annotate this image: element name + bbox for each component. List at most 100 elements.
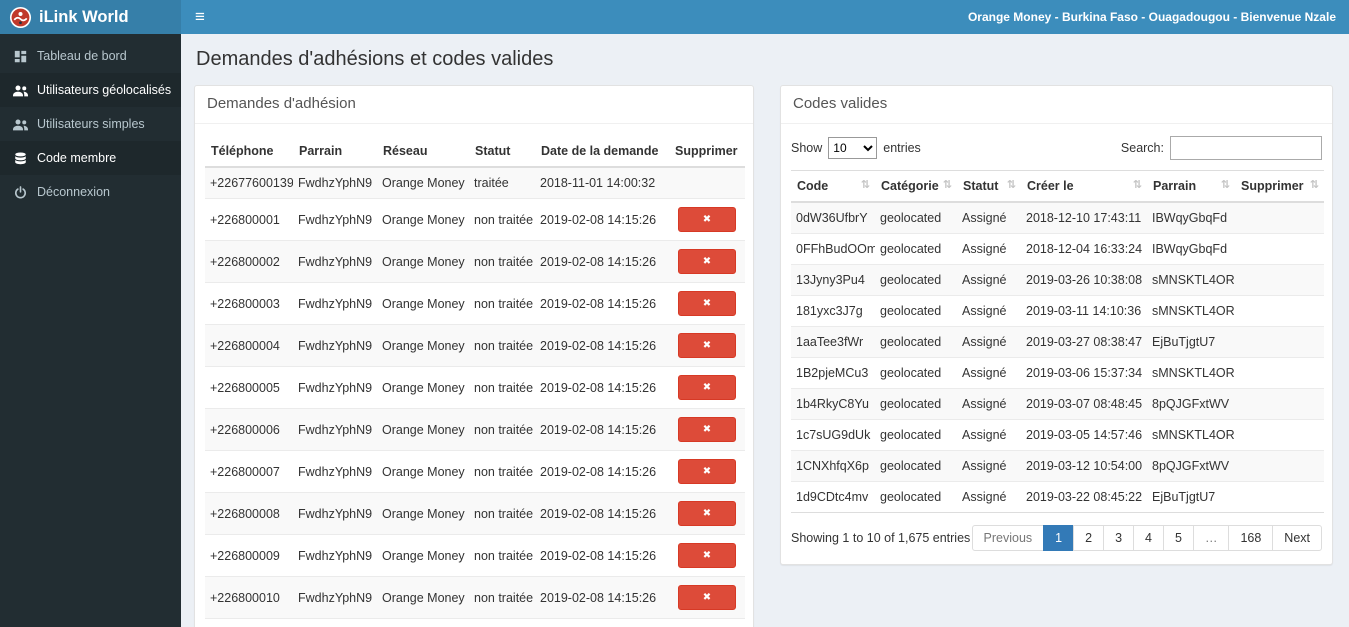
pagination-button-2[interactable]: 2 bbox=[1073, 525, 1105, 551]
delete-request-button[interactable]: ✖ bbox=[678, 501, 736, 526]
reseau-cell: Orange Money bbox=[377, 408, 469, 451]
requests-column-header-parrain: Parrain bbox=[293, 136, 377, 168]
phone-cell: +226800010 bbox=[205, 576, 293, 619]
phone-cell: +226800006 bbox=[205, 408, 293, 451]
request-row: +226800010 FwdhzYphN9 Orange Money non trai… bbox=[205, 576, 745, 619]
statut-cell: Assigné bbox=[957, 357, 1021, 389]
request-row: +226800002 FwdhzYphN9 Orange Money non trai… bbox=[205, 240, 745, 283]
reseau-cell: Orange Money bbox=[377, 198, 469, 241]
pagination-button-168[interactable]: 168 bbox=[1228, 525, 1274, 551]
creer-le-cell: 2019-03-22 08:45:22 bbox=[1021, 481, 1147, 513]
sidebar-item-utilisateurs-simples[interactable]: Utilisateurs simples bbox=[0, 107, 181, 141]
statut-cell: Assigné bbox=[957, 419, 1021, 451]
delete-request-button[interactable]: ✖ bbox=[678, 375, 736, 400]
delete-request-button[interactable]: ✖ bbox=[678, 543, 736, 568]
request-row: +226800007 FwdhzYphN9 Orange Money non trai… bbox=[205, 450, 745, 493]
parrain-cell: sMNSKTL4OR bbox=[1147, 264, 1235, 296]
pagination-button-3[interactable]: 3 bbox=[1103, 525, 1135, 551]
codes-column-header-cat-gorie[interactable]: Catégorie ⇅ bbox=[875, 170, 957, 203]
sidebar-item-label: Utilisateurs simples bbox=[37, 117, 145, 131]
delete-request-button[interactable]: ✖ bbox=[678, 291, 736, 316]
creer-le-cell: 2019-03-05 14:57:46 bbox=[1021, 419, 1147, 451]
codes-column-header-code[interactable]: Code ⇅ bbox=[791, 170, 875, 203]
supprimer-cell bbox=[1235, 264, 1324, 296]
pagination-button-5[interactable]: 5 bbox=[1162, 525, 1194, 551]
codes-column-header-cr-er-le[interactable]: Créer le ⇅ bbox=[1021, 170, 1147, 203]
delete-x-icon: ✖ bbox=[702, 339, 712, 351]
supprimer-cell bbox=[1235, 201, 1324, 234]
entries-label: entries bbox=[883, 141, 921, 155]
codes-search-input[interactable] bbox=[1170, 136, 1322, 160]
navbar: ≡ Orange Money - Burkina Faso - Ouagadou… bbox=[181, 0, 1349, 34]
parrain-cell: sMNSKTL4OR bbox=[1147, 357, 1235, 389]
pagination-button-4[interactable]: 4 bbox=[1133, 525, 1164, 551]
delete-x-icon: ✖ bbox=[702, 465, 712, 477]
supprimer-cell: ✖ bbox=[669, 576, 745, 619]
sort-icon: ⇅ bbox=[1132, 179, 1142, 191]
delete-request-button[interactable]: ✖ bbox=[678, 417, 736, 442]
delete-request-button[interactable]: ✖ bbox=[678, 585, 736, 610]
menu-toggle-button[interactable]: ≡ bbox=[181, 0, 219, 34]
reseau-cell: Orange Money bbox=[377, 240, 469, 283]
sidebar-item-label: Déconnexion bbox=[37, 185, 110, 199]
code-row: 1aaTee3fWr geolocated Assigné 2019-03-27 08… bbox=[791, 326, 1324, 358]
delete-x-icon: ✖ bbox=[702, 381, 712, 393]
codes-table-head-row: Code ⇅ Catégorie ⇅ Statut ⇅ Créer le ⇅ Parrain ⇅ S… bbox=[791, 170, 1324, 203]
sidebar-item-code-membre[interactable]: Code membre bbox=[0, 141, 181, 175]
supprimer-cell: ✖ bbox=[669, 198, 745, 241]
codes-column-header-statut[interactable]: Statut ⇅ bbox=[957, 170, 1021, 203]
parrain-cell: 8pQJGFxtWV bbox=[1147, 388, 1235, 420]
column-label: Statut bbox=[963, 179, 999, 193]
sidebar-item-label: Code membre bbox=[37, 151, 117, 165]
statut-cell: non traitée bbox=[469, 492, 535, 535]
delete-x-icon: ✖ bbox=[702, 213, 712, 225]
code-row: 0FFhBudOOm geolocated Assigné 2018-12-04 16… bbox=[791, 233, 1324, 265]
search-control: Search: bbox=[1121, 136, 1322, 160]
requests-table: Téléphone Parrain Réseau Statut Date de la d… bbox=[205, 136, 745, 627]
delete-request-button[interactable]: ✖ bbox=[678, 333, 736, 358]
phone-cell: +226800001 bbox=[205, 198, 293, 241]
sidebar-item-utilisateurs-geolocalises[interactable]: Utilisateurs géolocalisés bbox=[0, 73, 181, 107]
statut-cell: Assigné bbox=[957, 326, 1021, 358]
codes-table: Code ⇅ Catégorie ⇅ Statut ⇅ Créer le ⇅ Parrain ⇅ S… bbox=[791, 170, 1324, 513]
statut-cell: traitée bbox=[469, 166, 535, 199]
statut-cell: Assigné bbox=[957, 201, 1021, 234]
column-label: Code bbox=[797, 179, 829, 193]
pagination-button-1[interactable]: 1 bbox=[1043, 525, 1075, 551]
code-cell: 181yxc3J7g bbox=[791, 295, 875, 327]
creer-le-cell: 2018-12-10 17:43:11 bbox=[1021, 201, 1147, 234]
supprimer-cell: ✖ bbox=[669, 408, 745, 451]
creer-le-cell: 2019-03-27 08:38:47 bbox=[1021, 326, 1147, 358]
delete-request-button[interactable]: ✖ bbox=[678, 207, 736, 232]
page-size-select[interactable]: 10 bbox=[828, 137, 878, 159]
parrain-cell: FwdhzYphN9 bbox=[293, 450, 377, 493]
request-row: +226800009 FwdhzYphN9 Orange Money non trai… bbox=[205, 534, 745, 577]
column-label: Supprimer bbox=[1241, 179, 1304, 193]
page-title: Demandes d'adhésions et codes valides bbox=[196, 48, 554, 70]
categorie-cell: geolocated bbox=[875, 481, 957, 513]
pagination-button-previous[interactable]: Previous bbox=[971, 525, 1045, 551]
power-icon bbox=[13, 185, 28, 199]
reseau-cell: Orange Money bbox=[377, 576, 469, 619]
delete-request-button[interactable]: ✖ bbox=[678, 459, 736, 484]
sidebar-item-deconnexion[interactable]: Déconnexion bbox=[0, 175, 181, 209]
codes-column-header-parrain[interactable]: Parrain ⇅ bbox=[1147, 170, 1235, 203]
parrain-cell: IBWqyGbqFd bbox=[1147, 201, 1235, 234]
code-row: 0dW36UfbrY geolocated Assigné 2018-12-10 17… bbox=[791, 201, 1324, 234]
request-row: +226800005 FwdhzYphN9 Orange Money non trai… bbox=[205, 366, 745, 409]
app-brand[interactable]: iLink World bbox=[0, 0, 181, 34]
parrain-cell: sMNSKTL4OR bbox=[1147, 419, 1235, 451]
creer-le-cell: 2019-03-06 15:37:34 bbox=[1021, 357, 1147, 389]
date-cell: 2019-02-08 14:15:26 bbox=[535, 408, 669, 451]
code-cell: 13Jyny3Pu4 bbox=[791, 264, 875, 296]
requests-panel-title: Demandes d'adhésion bbox=[195, 86, 753, 124]
categorie-cell: geolocated bbox=[875, 326, 957, 358]
phone-cell: +226800004 bbox=[205, 324, 293, 367]
sidebar-item-tableau-de-bord[interactable]: Tableau de bord bbox=[0, 39, 181, 73]
pagination-button-next[interactable]: Next bbox=[1272, 525, 1322, 551]
delete-request-button[interactable]: ✖ bbox=[678, 249, 736, 274]
user-greeting[interactable]: Orange Money - Burkina Faso - Ouagadougo… bbox=[968, 10, 1349, 24]
delete-x-icon: ✖ bbox=[702, 423, 712, 435]
delete-x-icon: ✖ bbox=[702, 591, 712, 603]
codes-column-header-supprimer[interactable]: Supprimer ⇅ bbox=[1235, 170, 1324, 203]
